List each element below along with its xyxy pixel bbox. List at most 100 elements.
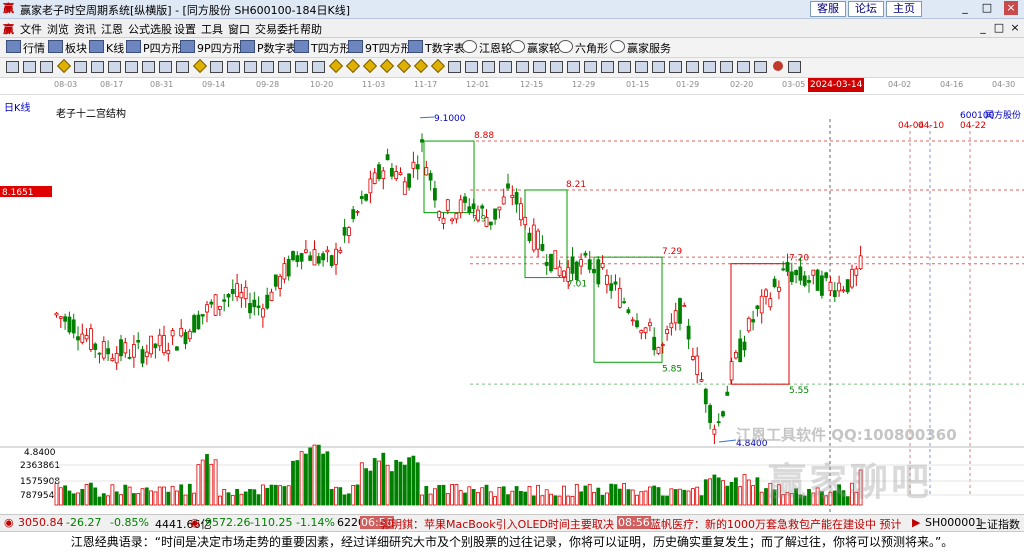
draw-tool-33-icon[interactable] <box>550 61 563 73</box>
draw-tool-18-icon[interactable] <box>295 61 308 73</box>
volume-bar <box>260 484 265 506</box>
tb-9t-square-button[interactable]: 9T四方形 <box>348 40 412 56</box>
draw-tool-32-icon[interactable] <box>533 61 546 73</box>
tb-kline-button[interactable]: K线 <box>89 40 124 56</box>
news-ticker-1[interactable]: 郭明錤：苹果MacBook引入OLED时间主要取决 <box>380 516 614 532</box>
tb-hexagon-button[interactable]: 六角形 <box>558 40 608 56</box>
watermark-tag: 江恩工具软件 QQ:100800360 <box>736 426 957 444</box>
candle-body <box>67 316 72 333</box>
draw-tool-14-icon[interactable] <box>227 61 240 73</box>
draw-tool-40-icon[interactable] <box>669 61 682 73</box>
candle-body <box>157 334 162 347</box>
draw-tool-17-icon[interactable] <box>278 61 291 73</box>
service-link[interactable]: 客服 <box>810 1 846 17</box>
draw-tool-3-icon[interactable] <box>40 61 53 73</box>
maximize-icon[interactable]: □ <box>980 1 994 15</box>
draw-tool-37-icon[interactable] <box>618 61 631 73</box>
tb-sector-button[interactable]: 板块 <box>48 40 87 56</box>
draw-tool-5-icon[interactable] <box>74 61 87 73</box>
draw-tool-12-icon[interactable] <box>192 58 207 74</box>
doc-restore-icon[interactable]: □ <box>992 21 1006 35</box>
draw-tool-41-icon[interactable] <box>686 61 699 73</box>
draw-tool-21-icon[interactable] <box>345 58 360 74</box>
draw-tool-45-icon[interactable] <box>754 61 767 73</box>
sz-index-value[interactable]: 9572.26 <box>205 516 251 529</box>
draw-tool-6-icon[interactable] <box>91 61 104 73</box>
menu-formula[interactable]: 公式选股 <box>128 21 172 37</box>
tb-p-table-button[interactable]: P数字表 <box>240 40 297 56</box>
volume-bar <box>549 493 553 506</box>
draw-tool-10-icon[interactable] <box>159 61 172 73</box>
volume-bar <box>351 484 356 506</box>
draw-tool-22-icon[interactable] <box>362 58 377 74</box>
tb-9p-square-button[interactable]: 9P四方形 <box>180 40 244 56</box>
tb-t-table-button[interactable]: T数字表 <box>408 40 465 56</box>
draw-tool-31-icon[interactable] <box>516 61 529 73</box>
draw-tool-13-icon[interactable] <box>210 61 223 73</box>
draw-tool-28-icon[interactable] <box>465 61 478 73</box>
draw-tool-46-icon[interactable] <box>771 61 784 73</box>
menu-tools[interactable]: 工具 <box>201 21 223 37</box>
sh-index-value[interactable]: 3050.84 <box>18 516 64 529</box>
menu-news[interactable]: 资讯 <box>74 21 96 37</box>
candle-body <box>127 356 132 359</box>
draw-tool-20-icon[interactable] <box>328 58 343 74</box>
menu-gann[interactable]: 江恩 <box>101 21 123 37</box>
draw-tool-8-icon[interactable] <box>125 61 138 73</box>
menu-settings[interactable]: 设置 <box>174 21 196 37</box>
tb-gann-wheel-button[interactable]: 江恩轮 <box>462 40 512 56</box>
draw-tool-glyph-icon <box>635 61 648 73</box>
minimize-icon[interactable]: _ <box>958 1 972 15</box>
tb-quote-button[interactable]: 行情 <box>6 40 45 56</box>
draw-tool-2-icon[interactable] <box>23 61 36 73</box>
draw-tool-9-icon[interactable] <box>142 61 155 73</box>
candle-body <box>523 216 528 226</box>
draw-tool-29-icon[interactable] <box>482 61 495 73</box>
draw-tool-30-icon[interactable] <box>499 61 512 73</box>
doc-close-icon[interactable]: × <box>1008 21 1022 35</box>
draw-tool-7-icon[interactable] <box>108 61 121 73</box>
draw-tool-glyph-icon <box>345 58 360 74</box>
draw-tool-26-icon[interactable] <box>430 58 445 74</box>
news-ticker-2[interactable]: 蓝帆医疗：新的1000万套急救包产能在建设中 预计 <box>650 516 902 532</box>
draw-tool-44-icon[interactable] <box>737 61 750 73</box>
home-link[interactable]: 主页 <box>886 1 922 17</box>
volume-bar <box>226 492 231 506</box>
tb-kline-label: K线 <box>106 42 125 55</box>
candle-body <box>114 353 119 364</box>
status-index-code[interactable]: SH000001 <box>925 516 982 529</box>
draw-tool-4-icon[interactable] <box>56 58 71 74</box>
tb-t-square-button[interactable]: T四方形 <box>294 40 351 56</box>
draw-tool-39-icon[interactable] <box>652 61 665 73</box>
draw-tool-43-icon[interactable] <box>720 61 733 73</box>
draw-tool-38-icon[interactable] <box>635 61 648 73</box>
tb-winner-wheel-button[interactable]: 赢家轮 <box>510 40 560 56</box>
tb-p-square-button[interactable]: P四方形 <box>126 40 183 56</box>
candle-body <box>217 305 222 310</box>
draw-tool-27-icon[interactable] <box>448 61 461 73</box>
candle-body <box>781 268 786 271</box>
close-icon[interactable]: × <box>1004 1 1018 15</box>
draw-tool-24-icon[interactable] <box>396 58 411 74</box>
draw-tool-15-icon[interactable] <box>244 61 257 73</box>
draw-tool-25-icon[interactable] <box>413 58 428 74</box>
draw-tool-23-icon[interactable] <box>379 58 394 74</box>
draw-tool-16-icon[interactable] <box>261 61 274 73</box>
draw-tool-11-icon[interactable] <box>176 61 189 73</box>
menu-window[interactable]: 窗口 <box>228 21 250 37</box>
menu-trade[interactable]: 交易委托 <box>255 21 299 37</box>
draw-tool-19-icon[interactable] <box>312 61 325 73</box>
menu-browse[interactable]: 浏览 <box>47 21 69 37</box>
draw-tool-36-icon[interactable] <box>601 61 614 73</box>
draw-tool-35-icon[interactable] <box>584 61 597 73</box>
tb-service-button[interactable]: 赢家服务 <box>610 40 671 56</box>
draw-tool-1-icon[interactable] <box>6 61 19 73</box>
volume-bar <box>583 485 588 506</box>
menu-help[interactable]: 帮助 <box>300 21 322 37</box>
forum-link[interactable]: 论坛 <box>848 1 884 17</box>
draw-tool-34-icon[interactable] <box>567 61 580 73</box>
draw-tool-42-icon[interactable] <box>703 61 716 73</box>
draw-tool-47-icon[interactable] <box>788 61 801 73</box>
menu-file[interactable]: 文件 <box>20 21 42 37</box>
doc-minimize-icon[interactable]: _ <box>976 21 990 35</box>
